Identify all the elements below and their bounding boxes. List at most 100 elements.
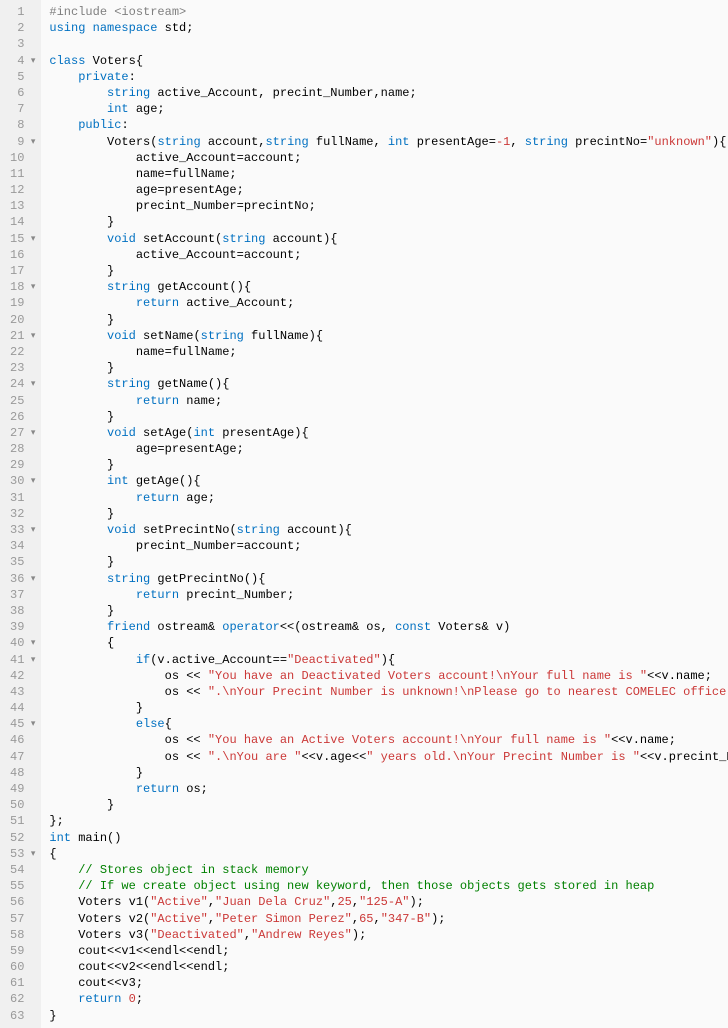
fold-icon[interactable]: ▾	[27, 281, 35, 293]
code-line[interactable]: return active_Account;	[49, 295, 728, 311]
code-line[interactable]: {	[49, 846, 728, 862]
code-line[interactable]: age=presentAge;	[49, 182, 728, 198]
code-line[interactable]: cout<<v1<<endl<<endl;	[49, 943, 728, 959]
code-line[interactable]: }	[49, 360, 728, 376]
fold-icon[interactable]: ▾	[27, 848, 35, 860]
line-number: 35	[10, 554, 35, 570]
fold-icon[interactable]: ▾	[27, 330, 35, 342]
code-line[interactable]: #include <iostream>	[49, 4, 728, 20]
line-number: 60	[10, 959, 35, 975]
fold-icon[interactable]: ▾	[27, 524, 35, 536]
line-number-text: 38	[10, 603, 24, 619]
line-number-text: 50	[10, 797, 24, 813]
code-line[interactable]: Voters v1("Active","Juan Dela Cruz",25,"…	[49, 894, 728, 910]
code-line[interactable]: Voters v2("Active","Peter Simon Perez",6…	[49, 911, 728, 927]
code-line[interactable]: precint_Number=precintNo;	[49, 198, 728, 214]
code-line[interactable]: }	[49, 797, 728, 813]
line-number: 50	[10, 797, 35, 813]
code-line[interactable]: }	[49, 214, 728, 230]
fold-icon[interactable]: ▾	[27, 637, 35, 649]
code-area[interactable]: #include <iostream>using namespace std; …	[41, 0, 728, 1028]
line-number-text: 7	[17, 101, 24, 117]
code-line[interactable]: }	[49, 457, 728, 473]
code-line[interactable]: }	[49, 312, 728, 328]
code-line[interactable]: }	[49, 1008, 728, 1024]
fold-icon[interactable]: ▾	[27, 427, 35, 439]
code-line[interactable]: void setPrecintNo(string account){	[49, 522, 728, 538]
code-line[interactable]: }	[49, 603, 728, 619]
line-number-text: 11	[10, 166, 24, 182]
fold-icon[interactable]: ▾	[27, 136, 35, 148]
code-line[interactable]: class Voters{	[49, 53, 728, 69]
line-number: 40▾	[10, 635, 35, 651]
code-line[interactable]: string getPrecintNo(){	[49, 571, 728, 587]
code-line[interactable]: cout<<v2<<endl<<endl;	[49, 959, 728, 975]
code-line[interactable]	[49, 36, 728, 52]
code-line[interactable]: cout<<v3;	[49, 975, 728, 991]
code-line[interactable]: int age;	[49, 101, 728, 117]
code-line[interactable]: os << "You have an Deactivated Voters ac…	[49, 668, 728, 684]
fold-icon[interactable]: ▾	[27, 573, 35, 585]
fold-icon[interactable]: ▾	[27, 378, 35, 390]
code-line[interactable]: if(v.active_Account=="Deactivated"){	[49, 652, 728, 668]
line-number-text: 2	[17, 20, 24, 36]
code-line[interactable]: void setAge(int presentAge){	[49, 425, 728, 441]
code-line[interactable]: Voters(string account,string fullName, i…	[49, 134, 728, 150]
fold-icon[interactable]: ▾	[27, 475, 35, 487]
line-number-text: 52	[10, 830, 24, 846]
code-line[interactable]: string getName(){	[49, 376, 728, 392]
code-line[interactable]: private:	[49, 69, 728, 85]
line-number-text: 61	[10, 975, 24, 991]
code-line[interactable]: // If we create object using new keyword…	[49, 878, 728, 894]
code-line[interactable]: string active_Account, precint_Number,na…	[49, 85, 728, 101]
line-number-text: 58	[10, 927, 24, 943]
fold-icon[interactable]: ▾	[27, 233, 35, 245]
line-number-text: 35	[10, 554, 24, 570]
code-line[interactable]: name=fullName;	[49, 344, 728, 360]
code-line[interactable]: }	[49, 263, 728, 279]
code-line[interactable]: os << ".\nYour Precint Number is unknown…	[49, 684, 728, 700]
code-line[interactable]: return 0;	[49, 991, 728, 1007]
line-number: 27▾	[10, 425, 35, 441]
code-line[interactable]: int getAge(){	[49, 473, 728, 489]
line-number-text: 24	[10, 376, 24, 392]
code-line[interactable]: }	[49, 765, 728, 781]
code-line[interactable]: os << ".\nYou are "<<v.age<<" years old.…	[49, 749, 728, 765]
code-line[interactable]: // Stores object in stack memory	[49, 862, 728, 878]
code-line[interactable]: return os;	[49, 781, 728, 797]
line-number: 14	[10, 214, 35, 230]
line-number-text: 9	[17, 134, 24, 150]
code-line[interactable]: return precint_Number;	[49, 587, 728, 603]
code-line[interactable]: public:	[49, 117, 728, 133]
code-line[interactable]: void setAccount(string account){	[49, 231, 728, 247]
line-number: 2	[10, 20, 35, 36]
code-line[interactable]: string getAccount(){	[49, 279, 728, 295]
code-line[interactable]: return age;	[49, 490, 728, 506]
code-line[interactable]: }	[49, 409, 728, 425]
code-line[interactable]: os << "You have an Active Voters account…	[49, 732, 728, 748]
fold-icon[interactable]: ▾	[27, 55, 35, 67]
code-line[interactable]: active_Account=account;	[49, 150, 728, 166]
code-line[interactable]: age=presentAge;	[49, 441, 728, 457]
code-line[interactable]: return name;	[49, 393, 728, 409]
code-line[interactable]: }	[49, 700, 728, 716]
code-line[interactable]: name=fullName;	[49, 166, 728, 182]
code-line[interactable]: using namespace std;	[49, 20, 728, 36]
code-line[interactable]: int main()	[49, 830, 728, 846]
code-line[interactable]: else{	[49, 716, 728, 732]
code-line[interactable]: {	[49, 635, 728, 651]
code-line[interactable]: precint_Number=account;	[49, 538, 728, 554]
code-line[interactable]: }	[49, 506, 728, 522]
code-line[interactable]: active_Account=account;	[49, 247, 728, 263]
code-line[interactable]: Voters v3("Deactivated","Andrew Reyes");	[49, 927, 728, 943]
line-number: 43	[10, 684, 35, 700]
code-line[interactable]: }	[49, 554, 728, 570]
code-line[interactable]: };	[49, 813, 728, 829]
line-number: 38	[10, 603, 35, 619]
fold-icon[interactable]: ▾	[27, 654, 35, 666]
code-line[interactable]: friend ostream& operator<<(ostream& os, …	[49, 619, 728, 635]
line-number: 46	[10, 732, 35, 748]
line-number-text: 19	[10, 295, 24, 311]
code-line[interactable]: void setName(string fullName){	[49, 328, 728, 344]
fold-icon[interactable]: ▾	[27, 718, 35, 730]
